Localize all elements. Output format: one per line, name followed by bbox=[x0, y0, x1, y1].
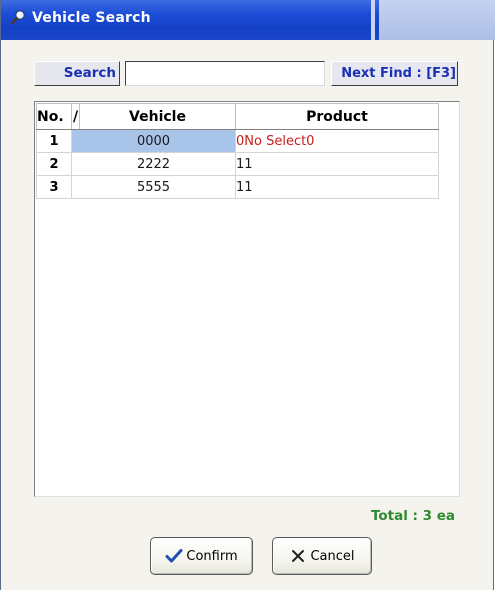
table-header-row: No. / Vehicle Product bbox=[36, 103, 439, 130]
product-cell[interactable]: 0No Select0 bbox=[235, 129, 439, 153]
vehicle-grid[interactable]: No. / Vehicle Product 1 0000 0No Select0… bbox=[34, 101, 460, 497]
vehicle-search-window: Vehicle Search Search Next Find : [F3] N… bbox=[0, 0, 495, 590]
magnifier-icon bbox=[10, 10, 25, 25]
column-sort-indicator: / bbox=[71, 103, 80, 130]
total-count: Total : 3 ea bbox=[370, 508, 455, 524]
vehicle-cell[interactable]: 2222 bbox=[71, 152, 236, 176]
search-input[interactable] bbox=[125, 61, 325, 86]
checkmark-icon bbox=[165, 549, 183, 563]
row-number: 2 bbox=[36, 152, 72, 176]
cancel-button[interactable]: Cancel bbox=[272, 537, 372, 575]
title-bar-segment bbox=[379, 0, 495, 40]
vehicle-table: No. / Vehicle Product 1 0000 0No Select0… bbox=[36, 103, 439, 199]
confirm-label: Confirm bbox=[186, 548, 238, 564]
confirm-button[interactable]: Confirm bbox=[150, 537, 253, 575]
title-bar-divider bbox=[371, 0, 375, 40]
row-number: 1 bbox=[36, 129, 72, 153]
cancel-label: Cancel bbox=[310, 548, 355, 564]
product-cell[interactable]: 11 bbox=[235, 175, 439, 199]
title-bar[interactable]: Vehicle Search bbox=[1, 0, 495, 40]
search-label: Search bbox=[34, 61, 120, 86]
table-row[interactable]: 1 0000 0No Select0 bbox=[36, 129, 439, 153]
next-find-button[interactable]: Next Find : [F3] bbox=[331, 61, 458, 86]
table-row[interactable]: 2 2222 11 bbox=[36, 152, 439, 176]
row-number: 3 bbox=[36, 175, 72, 199]
table-row[interactable]: 3 5555 11 bbox=[36, 175, 439, 199]
vehicle-cell[interactable]: 0000 bbox=[71, 129, 236, 153]
x-icon bbox=[292, 550, 305, 562]
column-header-vehicle[interactable]: Vehicle bbox=[79, 103, 236, 130]
window-title: Vehicle Search bbox=[32, 10, 151, 26]
product-cell[interactable]: 11 bbox=[235, 152, 439, 176]
column-header-no[interactable]: No. bbox=[36, 103, 72, 130]
column-header-product[interactable]: Product bbox=[235, 103, 439, 130]
vehicle-cell[interactable]: 5555 bbox=[71, 175, 236, 199]
